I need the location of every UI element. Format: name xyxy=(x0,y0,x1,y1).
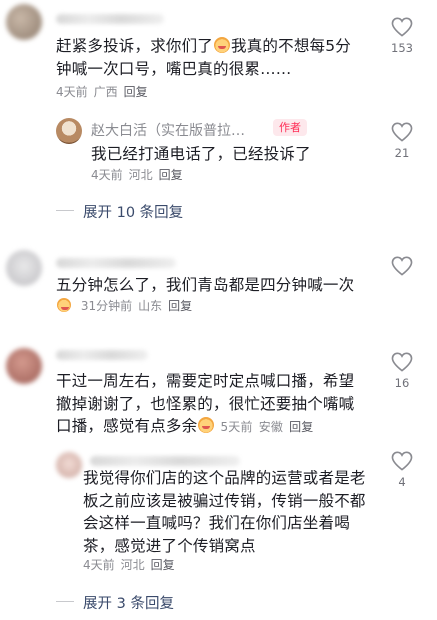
like-count: 21 xyxy=(394,146,410,160)
reply-location: 河北 xyxy=(120,558,145,572)
heart-outline-icon[interactable] xyxy=(391,352,413,372)
reply-text: 我已经打通电话了，已经投诉了 xyxy=(91,145,311,163)
reply-location: 河北 xyxy=(128,168,153,182)
comment-time: 31分钟前 xyxy=(80,299,133,313)
expand-divider xyxy=(56,601,74,602)
comment-location: 广西 xyxy=(93,85,118,99)
reply-button[interactable]: 回复 xyxy=(289,420,313,434)
avatar[interactable] xyxy=(56,118,82,144)
comment-text: 干过一周左右，需要定时定点喊口播，希望撤掉谢谢了，也怪累的，很忙还要抽个嘴喊口播… xyxy=(56,372,355,435)
reply-time: 4天前 xyxy=(91,168,123,182)
comment-location: 安徽 xyxy=(258,420,284,434)
comment-location: 山东 xyxy=(138,299,163,313)
expand-replies-button[interactable]: 展开 10 条回复 xyxy=(83,201,183,222)
reply-meta: 4天前 河北 回复 xyxy=(91,167,189,183)
heart-outline-icon[interactable] xyxy=(391,451,413,471)
author-badge: 作者 xyxy=(273,119,307,136)
reply-time: 4天前 xyxy=(83,558,115,572)
avatar[interactable] xyxy=(6,348,42,384)
reply-button[interactable]: 回复 xyxy=(124,85,148,99)
comment-meta: 4天前 广西 回复 xyxy=(56,84,154,100)
username-blurred[interactable] xyxy=(90,456,240,466)
reply-meta: 4天前 河北 回复 xyxy=(83,557,181,573)
reply-text: 我觉得你们店的这个品牌的运营或者是老板之前应该是被骗过传销，传销一般不都会这样一… xyxy=(83,469,366,555)
comment-time: 5天前 xyxy=(220,420,253,434)
reply-button[interactable]: 回复 xyxy=(159,168,183,182)
comment-time: 4天前 xyxy=(56,85,88,99)
reply-button[interactable]: 回复 xyxy=(151,558,175,572)
small-face-emoji xyxy=(57,298,71,312)
comment-text: 赶紧多投诉，求你们了 我真的不想每5分钟喊一次口号，嘴巴真的很累…… xyxy=(56,37,351,78)
username-blurred[interactable] xyxy=(56,14,164,24)
avatar[interactable] xyxy=(6,250,42,286)
avatar[interactable] xyxy=(6,4,42,40)
heart-outline-icon[interactable] xyxy=(391,122,413,142)
like-count: 153 xyxy=(391,41,413,55)
heart-outline-icon[interactable] xyxy=(391,256,413,276)
like-count: 16 xyxy=(394,376,410,390)
heart-outline-icon[interactable] xyxy=(391,17,413,37)
comment-meta: 31分钟前 山东 回复 xyxy=(56,298,198,314)
avatar[interactable] xyxy=(56,452,82,478)
username-blurred[interactable] xyxy=(56,350,148,360)
comment-text: 五分钟怎么了，我们青岛都是四分钟喊一次 xyxy=(56,276,355,294)
username-blurred[interactable] xyxy=(56,258,176,268)
crying-face-emoji xyxy=(214,37,231,53)
crying-face-emoji xyxy=(198,417,215,433)
expand-replies-button[interactable]: 展开 3 条回复 xyxy=(83,592,174,613)
reply-button[interactable]: 回复 xyxy=(168,299,192,313)
expand-divider xyxy=(56,210,74,211)
like-count: 4 xyxy=(398,475,406,489)
reply-username[interactable]: 赵大白活（实在版普拉… xyxy=(91,120,245,140)
